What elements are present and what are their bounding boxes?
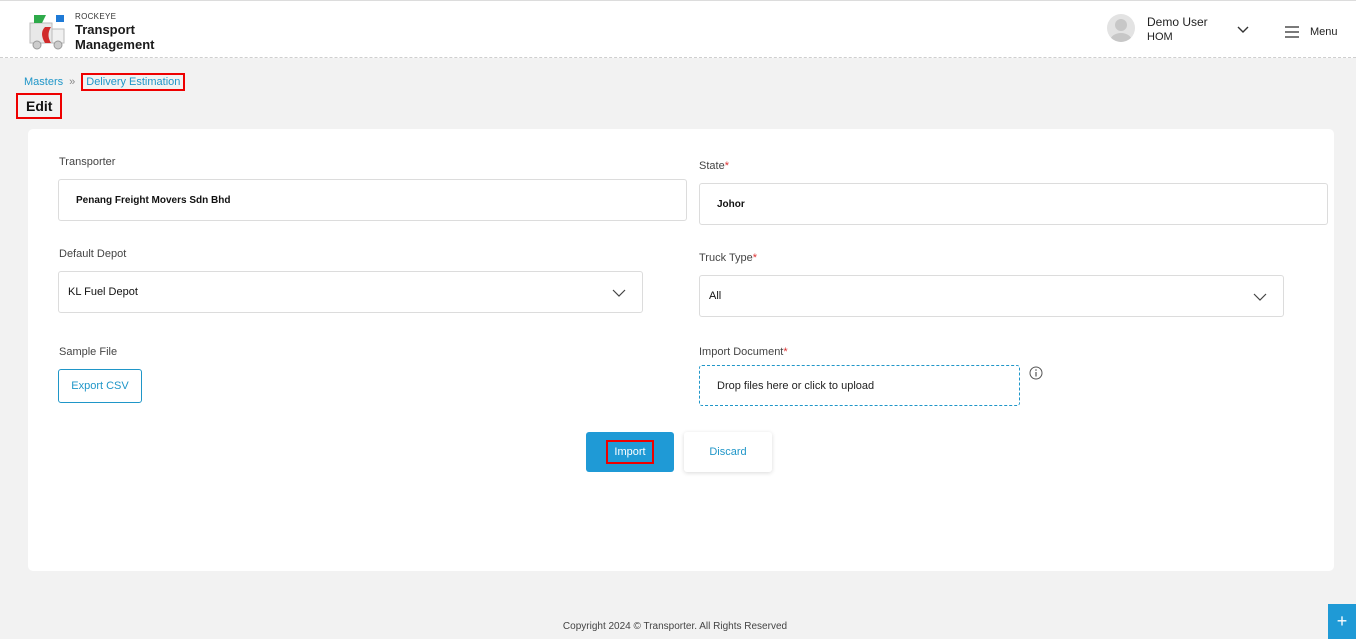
user-name: Demo User xyxy=(1147,15,1208,29)
chevron-down-icon[interactable] xyxy=(1236,23,1250,37)
import-document-label-text: Import Document xyxy=(699,346,784,358)
import-document-label: Import Document* xyxy=(699,346,788,358)
brand-line-2: Management xyxy=(75,37,155,52)
import-button[interactable]: Import xyxy=(586,432,674,472)
user-role: HOM xyxy=(1147,31,1173,43)
top-bar: ROCKEYE Transport Management Demo User H… xyxy=(0,0,1356,58)
page-title: Edit xyxy=(16,93,63,119)
export-csv-button[interactable]: Export CSV xyxy=(58,369,142,403)
avatar[interactable] xyxy=(1107,14,1135,42)
breadcrumb-masters[interactable]: Masters xyxy=(24,76,63,88)
state-label-text: State xyxy=(699,160,725,172)
menu-button[interactable]: Menu xyxy=(1284,22,1338,42)
sample-file-label: Sample File xyxy=(59,346,118,358)
discard-button[interactable]: Discard xyxy=(684,432,772,472)
info-icon[interactable] xyxy=(1029,366,1043,380)
default-depot-select[interactable]: KL Fuel Depot xyxy=(58,271,643,313)
transporter-field[interactable]: Penang Freight Movers Sdn Bhd xyxy=(58,179,687,221)
breadcrumb-delivery-estimation[interactable]: Delivery Estimation xyxy=(81,73,186,91)
required-marker: * xyxy=(752,252,758,264)
truck-logo-icon xyxy=(29,15,65,50)
default-depot-label: Default Depot xyxy=(59,248,127,260)
state-label: State* xyxy=(699,160,729,172)
state-field[interactable]: Johor xyxy=(699,183,1328,225)
required-marker: * xyxy=(724,160,729,172)
brand-small: ROCKEYE xyxy=(75,12,117,21)
truck-type-label: Truck Type* xyxy=(699,252,757,264)
plus-icon[interactable]: + xyxy=(1328,604,1356,639)
truck-type-select[interactable]: All xyxy=(699,275,1284,317)
brand-line-1: Transport xyxy=(75,22,135,37)
truck-type-value: All xyxy=(709,290,722,302)
hamburger-icon xyxy=(1285,26,1299,38)
import-button-label: Import xyxy=(606,440,654,464)
default-depot-value: KL Fuel Depot xyxy=(68,286,138,298)
truck-type-label-text: Truck Type xyxy=(699,252,753,264)
required-marker: * xyxy=(783,346,788,358)
breadcrumb: Masters » Delivery Estimation xyxy=(24,73,186,91)
brand: ROCKEYE Transport Management xyxy=(75,12,154,52)
transporter-label: Transporter xyxy=(59,156,116,168)
chevron-down-icon xyxy=(1253,293,1267,301)
menu-label: Menu xyxy=(1310,26,1338,38)
double-chevron-right-icon: » xyxy=(69,76,76,88)
file-dropzone[interactable]: Drop files here or click to upload xyxy=(699,365,1020,406)
chevron-down-icon xyxy=(612,289,626,297)
footer-copyright: Copyright 2024 © Transporter. All Rights… xyxy=(562,621,788,632)
user-icon xyxy=(1110,19,1132,42)
